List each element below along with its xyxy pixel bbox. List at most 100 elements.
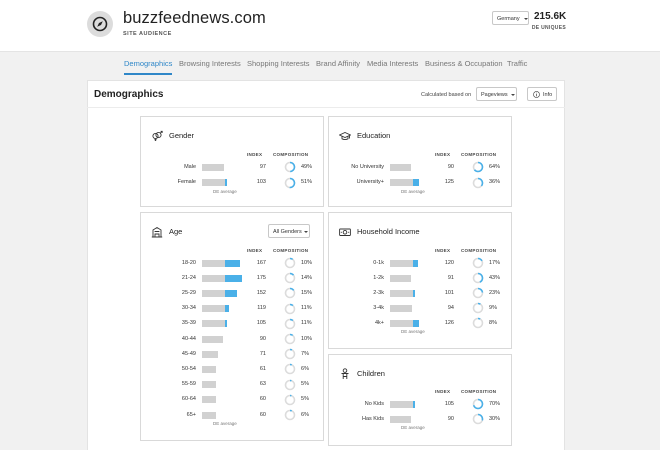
site-header: buzzfeednews.com SITE AUDIENCE Germany 2… (0, 0, 660, 52)
index-bar-track (390, 400, 413, 408)
index-value: 125 (444, 179, 454, 185)
tab-bar: Demographics Browsing Interests Shopping… (0, 53, 660, 75)
tab-media-interests[interactable]: Media Interests (367, 59, 418, 68)
row-label: 21-24 (181, 274, 196, 281)
composition-donut (284, 364, 296, 375)
composition-value: 10 (301, 335, 308, 342)
age-card-title: Age (169, 227, 183, 236)
index-bar-track (202, 381, 216, 389)
page-title: Demographics (94, 89, 164, 100)
index-value: 60 (259, 396, 266, 403)
tab-shopping-interests[interactable]: Shopping Interests (247, 59, 310, 68)
children-card-title: Children (357, 369, 385, 378)
index-bar-above-average (413, 400, 415, 408)
index-value: 71 (259, 350, 266, 357)
row-label: 18-20 (181, 259, 196, 266)
composition-value: 11 (301, 305, 307, 312)
composition-value: 70 (489, 400, 496, 407)
composition-value: 7 (301, 350, 305, 357)
composition-donut (472, 177, 484, 188)
index-value: 97 (259, 163, 266, 170)
composition-value: 15 (301, 289, 308, 296)
row-label: 60-64 (181, 396, 196, 403)
index-bar-track (390, 179, 413, 186)
compass-icon (92, 16, 108, 32)
index-bar-track (390, 274, 411, 282)
panel-divider (87, 107, 565, 108)
index-bar-above-average (413, 289, 415, 297)
money-icon (339, 228, 351, 236)
index-bar-track (202, 305, 225, 313)
children-composition-header: COMPOSITION (461, 389, 497, 394)
gender-composition-header: COMPOSITION (273, 152, 309, 157)
composition-donut (472, 318, 484, 329)
index-bar-track (390, 259, 413, 267)
index-bar-track (202, 396, 216, 404)
composition-percent: 10% (301, 335, 313, 342)
row-label: Has Kids (361, 415, 384, 422)
chevron-down-icon (511, 94, 515, 96)
row-label: 3-4k (373, 304, 384, 311)
site-logo (87, 11, 113, 37)
age-index-header: INDEX (247, 248, 263, 253)
composition-percent: 43% (489, 274, 501, 281)
composition-donut (472, 302, 484, 314)
info-icon (533, 91, 540, 98)
de-average-label: DE average (401, 425, 425, 430)
row-label: 0-1k (373, 259, 384, 266)
index-bar-track (390, 289, 413, 297)
index-bar-track (202, 259, 225, 267)
index-value: 167 (256, 259, 266, 266)
pageviews-select-value: Pageviews (481, 92, 508, 98)
index-value: 61 (259, 365, 266, 372)
composition-donut (284, 272, 296, 284)
country-select[interactable]: Germany (492, 11, 529, 25)
composition-percent: 9% (489, 304, 497, 311)
composition-value: 6 (301, 365, 305, 372)
row-label: 35-39 (181, 320, 196, 327)
index-value: 105 (444, 400, 454, 407)
index-bar-track (202, 289, 225, 297)
index-value: 126 (444, 319, 454, 326)
composition-percent: 7% (301, 350, 309, 357)
calculated-based-on-label: Calculated based on (421, 92, 472, 98)
composition-donut (284, 288, 296, 299)
composition-value: 10 (301, 259, 308, 266)
index-value: 60 (259, 411, 266, 418)
composition-donut (472, 287, 484, 299)
row-label: 1-2k (373, 274, 384, 281)
row-label: Female (177, 179, 196, 185)
info-button[interactable]: Info (527, 87, 557, 101)
composition-donut (284, 379, 296, 390)
index-bar-track (390, 319, 413, 327)
index-value: 119 (257, 305, 266, 312)
index-value: 90 (447, 163, 454, 170)
tab-browsing-interests[interactable]: Browsing Interests (179, 59, 241, 68)
index-bar-above-average (225, 289, 237, 297)
composition-value: 43 (489, 274, 496, 281)
index-value: 94 (447, 304, 454, 311)
row-label: 4k+ (374, 319, 384, 326)
chevron-down-icon (524, 18, 528, 20)
pageviews-select[interactable]: Pageviews (476, 87, 517, 101)
tab-business-occupation[interactable]: Business & Occupation (425, 59, 503, 68)
index-value: 103 (256, 179, 266, 185)
composition-percent: 70% (489, 400, 501, 407)
index-bar-track (202, 320, 225, 328)
index-bar-track (202, 163, 224, 171)
composition-value: 51 (301, 179, 308, 185)
tab-traffic[interactable]: Traffic (507, 59, 527, 68)
building-icon (151, 226, 163, 238)
tab-brand-affinity[interactable]: Brand Affinity (316, 59, 360, 68)
index-value: 152 (256, 289, 266, 296)
tab-demographics[interactable]: Demographics (124, 59, 172, 68)
education-index-header: INDEX (435, 152, 451, 157)
gender-filter-select[interactable]: All Genders (268, 224, 310, 238)
index-value: 101 (444, 289, 454, 296)
gender-filter-value: All Genders (273, 229, 302, 235)
index-bar-track (202, 335, 223, 343)
age-card (140, 212, 324, 441)
composition-value: 6 (301, 411, 305, 418)
income-card-title: Household Income (357, 227, 420, 236)
row-label: 50-54 (181, 365, 196, 372)
